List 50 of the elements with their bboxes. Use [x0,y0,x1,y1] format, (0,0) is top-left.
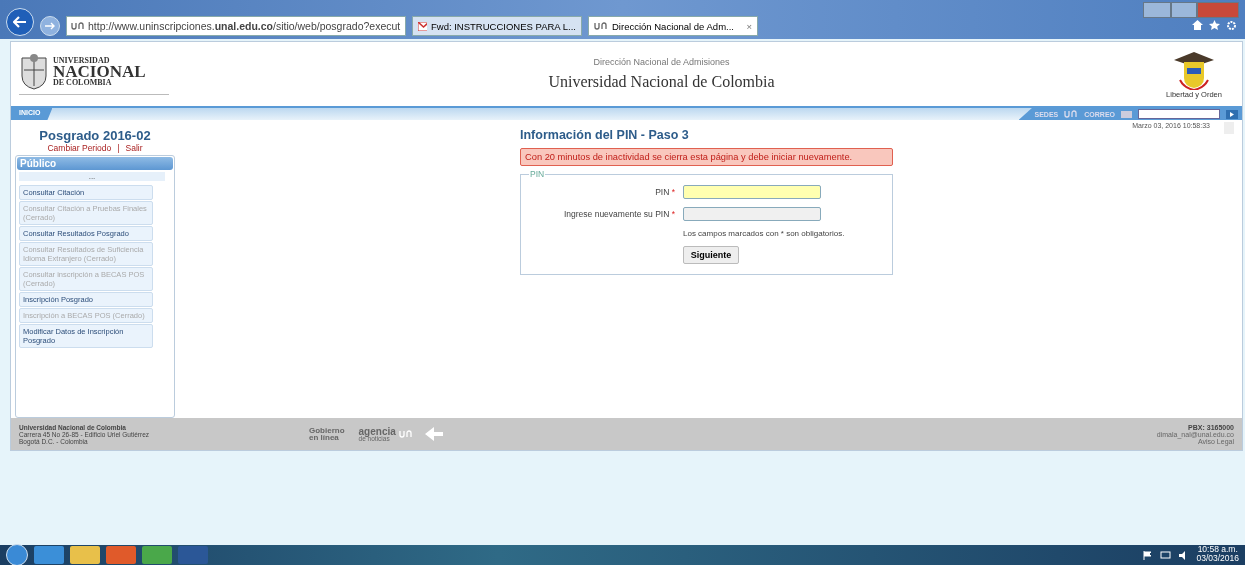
back-arrow-icon [13,16,27,28]
gobierno-logo-text: en línea [309,434,340,442]
crest-logo-icon [19,53,49,90]
minimize-button[interactable] [1143,2,1171,18]
timeout-alert: Con 20 minutos de inactividad se cierra esta página y debe iniciar nuevamente. [520,148,893,166]
un-logo-icon [1064,110,1079,118]
subtitle: Dirección Nacional de Admisiones [593,57,730,67]
pin-input[interactable] [683,185,821,199]
logo-text: NACIONAL [53,63,146,80]
page-title: Información del PIN - Paso 3 [520,128,690,142]
logout-link[interactable]: Salir [125,143,143,153]
more-item[interactable]: ... [19,172,165,181]
pin-input[interactable] [683,207,821,221]
next-button[interactable]: Siguiente [683,246,739,264]
search-go-icon[interactable] [1226,109,1238,119]
envelope-icon [1121,110,1132,118]
back-button[interactable] [6,8,34,36]
browser-tab[interactable]: Dirección Nacional de Adm... × [588,16,758,36]
star-icon[interactable] [1209,20,1220,30]
required-note: Los campos marcados con * son obligatorios. [683,229,846,238]
field-label: PIN * [654,187,675,197]
un-logo-icon [71,22,85,30]
gobierno-logo-text: Gobierno [309,426,345,434]
settings-icon[interactable] [1226,20,1237,31]
coat-of-arms-icon [1172,49,1216,90]
site-title: Universidad Nacional de Colombia [548,73,775,91]
logo-text: DE COLOMBIA [53,79,113,87]
separator: | [117,143,120,153]
search-field[interactable] [1138,109,1220,119]
un-logo-icon [398,430,413,438]
home-icon[interactable] [1192,20,1203,30]
fieldset-legend: PIN [529,169,546,179]
browser-tab[interactable]: Fwd: INSTRUCCIONES PARA L... [412,16,582,36]
forward-arrow-icon [45,22,55,30]
clock[interactable]: 10:58 a.m. 03/03/2016 [1196,545,1239,565]
section-header: Público [17,157,173,170]
maximize-button[interactable] [1171,2,1197,18]
flag-icon[interactable] [1143,550,1153,560]
forward-button[interactable] [40,16,60,36]
un-logo-icon [594,22,608,30]
network-icon[interactable] [1160,550,1172,560]
arrow-logo-icon [424,427,443,441]
address-bar[interactable]: http://www.uninscripciones.unal.edu.co/sitio/web/posgrado?execut [66,16,406,36]
change-period-link[interactable]: Cambiar Periodo [47,143,112,153]
start-button[interactable] [6,544,28,565]
period-title: Posgrado 2016-02 [39,128,151,143]
field-label: Ingrese nuevamente su PIN * [562,209,675,219]
logo-text: UNIVERSIDAD [53,56,111,64]
mail-icon [418,21,427,31]
agencia-logo-text: agencia [358,426,396,436]
